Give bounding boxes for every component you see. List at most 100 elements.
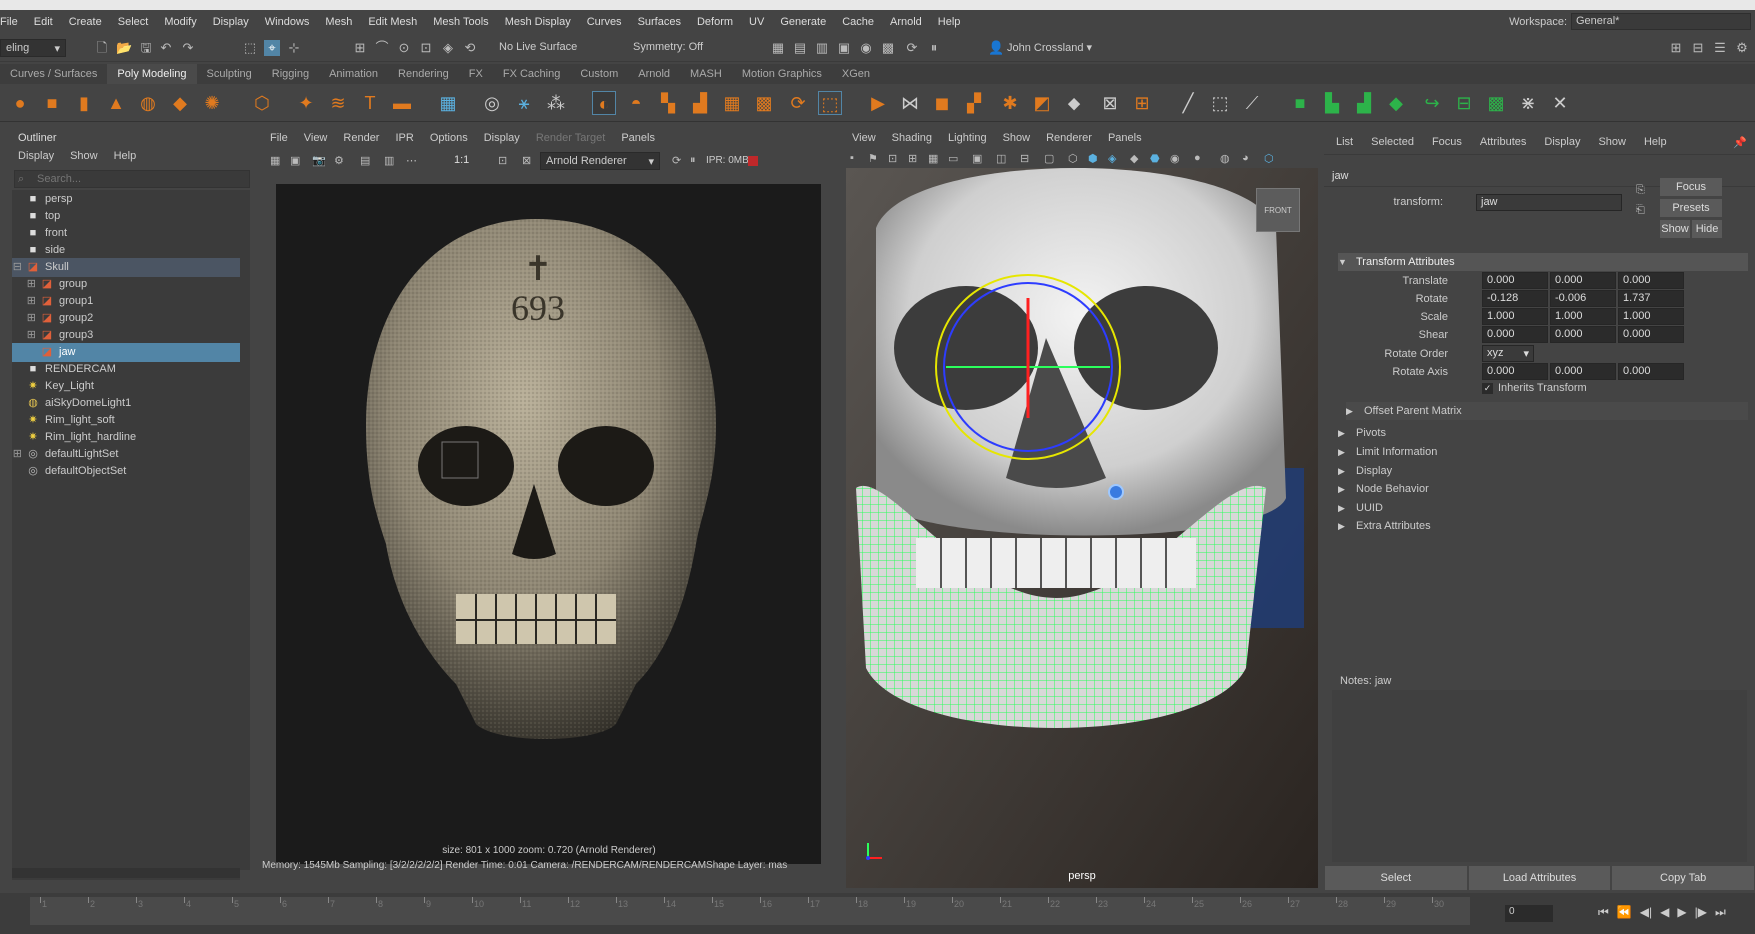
menu-edit[interactable]: Edit xyxy=(26,16,61,28)
frame-all-icon[interactable]: ⊡ xyxy=(498,154,507,167)
outliner-menu-help[interactable]: Help xyxy=(114,150,137,162)
outliner-item[interactable]: ◎ defaultObjectSet xyxy=(12,462,240,481)
poke-icon[interactable]: ▞ xyxy=(962,91,986,115)
wedge-icon[interactable]: ✱ xyxy=(998,91,1022,115)
wireframe-on-shaded-icon[interactable]: ◈ xyxy=(1108,152,1116,165)
lasso-tool-icon[interactable]: ⌖ xyxy=(264,40,280,56)
scale-x-field[interactable]: 1.000 xyxy=(1482,308,1548,325)
current-frame-field[interactable]: 0 xyxy=(1505,905,1553,922)
menu-windows[interactable]: Windows xyxy=(257,16,318,28)
uv-sew-icon[interactable]: ⊟ xyxy=(1452,91,1476,115)
menu-curves[interactable]: Curves xyxy=(579,16,630,28)
ipr-icon[interactable]: ⚙ xyxy=(334,154,344,167)
sidebar-toggle-icon[interactable]: ⊞ xyxy=(1668,40,1684,56)
snap-view-icon[interactable]: ⊡ xyxy=(418,40,434,56)
menu-deform[interactable]: Deform xyxy=(689,16,741,28)
shadows-icon[interactable]: ◉ xyxy=(1170,152,1180,165)
grid-icon[interactable]: ▦ xyxy=(928,152,938,165)
live-surface-field[interactable]: No Live Surface xyxy=(494,39,590,57)
poly-plane-icon[interactable]: ◆ xyxy=(168,91,192,115)
viewport-menu-panels[interactable]: Panels xyxy=(1108,132,1142,144)
shelf-tab-mash[interactable]: MASH xyxy=(680,64,732,84)
collapse-icon[interactable]: ⬥ xyxy=(1062,91,1086,115)
outliner-hscrollbar[interactable] xyxy=(12,868,240,878)
ratio-label[interactable]: 1:1 xyxy=(454,154,469,166)
menu-uv[interactable]: UV xyxy=(741,16,772,28)
undo-icon[interactable]: ↶ xyxy=(158,40,174,56)
sweep-mesh-icon[interactable]: ≋ xyxy=(326,91,350,115)
section-extra-attributes[interactable]: ▶ Extra Attributes xyxy=(1338,517,1748,535)
shear-z-field[interactable]: 0.000 xyxy=(1618,326,1684,343)
smooth-icon[interactable]: ⁂ xyxy=(544,91,568,115)
section-offset-parent-matrix[interactable]: ▶ Offset Parent Matrix xyxy=(1346,402,1748,420)
render-menu-panels[interactable]: Panels xyxy=(621,132,655,144)
rotate-y-field[interactable]: -0.006 xyxy=(1550,290,1616,307)
sculpt-smooth-icon[interactable]: ⟋ xyxy=(1240,91,1264,115)
paint-select-icon[interactable]: ⊹ xyxy=(286,40,302,56)
user-account-dropdown[interactable]: John Crossland ▾ xyxy=(1002,39,1102,57)
render-sequence-icon[interactable]: ▤ xyxy=(792,40,808,56)
play-forward-icon[interactable]: ▶ xyxy=(1677,905,1686,920)
bridge-icon[interactable]: ◓ xyxy=(624,91,648,115)
outliner-menu-show[interactable]: Show xyxy=(70,150,98,162)
shelf-tab-animation[interactable]: Animation xyxy=(319,64,388,84)
platonic-solid-icon[interactable]: ⬡ xyxy=(250,91,274,115)
symmetry-dropdown[interactable]: Symmetry: Off xyxy=(628,39,724,57)
arnold-render-icon[interactable]: ⟳ xyxy=(904,40,920,56)
sculpt-brush-icon[interactable]: ╱ xyxy=(1176,91,1200,115)
uv-cut-icon[interactable]: ↪ xyxy=(1420,91,1444,115)
camera-attributes-icon[interactable]: ⚑ xyxy=(868,152,878,165)
shelf-tab-rendering[interactable]: Rendering xyxy=(388,64,459,84)
pin-icon[interactable]: 📌 xyxy=(1733,136,1747,149)
uv-straighten-icon[interactable]: ✕ xyxy=(1548,91,1572,115)
scale-y-field[interactable]: 1.000 xyxy=(1550,308,1616,325)
ae-menu-show[interactable]: Show xyxy=(1598,136,1626,148)
render-menu-display[interactable]: Display xyxy=(484,132,520,144)
menu-display[interactable]: Display xyxy=(205,16,257,28)
outliner-scrollbar[interactable] xyxy=(240,190,250,870)
view-cube[interactable]: FRONT xyxy=(1256,188,1300,232)
shear-x-field[interactable]: 0.000 xyxy=(1482,326,1548,343)
go-to-end-icon[interactable]: ⏭ xyxy=(1715,905,1726,920)
snapshot-icon[interactable]: 📷 xyxy=(312,154,326,167)
shelf-tab-xgen[interactable]: XGen xyxy=(832,64,880,84)
transform-name-field[interactable]: jaw xyxy=(1476,194,1622,211)
poly-sphere-icon[interactable]: ● xyxy=(8,91,32,115)
gate-mask-icon[interactable]: ◫ xyxy=(996,152,1006,165)
shelf-tab-fx-caching[interactable]: FX Caching xyxy=(493,64,570,84)
circularize-icon[interactable]: ◩ xyxy=(1030,91,1054,115)
load-attributes-button[interactable]: Load Attributes xyxy=(1468,866,1611,890)
rotate-z-field[interactable]: 1.737 xyxy=(1618,290,1684,307)
menu-cache[interactable]: Cache xyxy=(834,16,882,28)
make-live-icon[interactable]: ⟲ xyxy=(462,40,478,56)
inherits-transform-checkbox[interactable]: ✓ xyxy=(1482,383,1493,394)
uv-spherical-icon[interactable]: ▟ xyxy=(1352,91,1376,115)
uv-unfold-icon[interactable]: ▩ xyxy=(1484,91,1508,115)
step-back-icon[interactable]: ◀| xyxy=(1640,905,1652,920)
notes-textarea[interactable] xyxy=(1332,690,1747,862)
fill-hole-icon[interactable]: ▦ xyxy=(720,91,744,115)
sculpt-grab-icon[interactable]: ⬚ xyxy=(1208,91,1232,115)
merge-icon[interactable]: ⟳ xyxy=(786,91,810,115)
svg-tool-icon[interactable]: ▬ xyxy=(390,91,414,115)
shelf-tab-sculpting[interactable]: Sculpting xyxy=(197,64,262,84)
viewport-menu-view[interactable]: View xyxy=(852,132,876,144)
viewport-menu-renderer[interactable]: Renderer xyxy=(1046,132,1092,144)
uv-layout-icon[interactable]: ⋇ xyxy=(1516,91,1540,115)
detach-icon[interactable]: ⊞ xyxy=(1130,91,1154,115)
menu-mesh-tools[interactable]: Mesh Tools xyxy=(425,16,496,28)
viewport-canvas[interactable]: FRONT persp xyxy=(846,168,1318,888)
image-plane-icon[interactable]: ⊞ xyxy=(908,152,917,165)
rgb-channel-icon[interactable]: ⋯ xyxy=(406,154,417,167)
attribute-editor-icon[interactable]: ☰ xyxy=(1712,40,1728,56)
pause-icon[interactable]: ⏸ xyxy=(926,40,942,56)
snap-grid-icon[interactable]: ⊞ xyxy=(352,40,368,56)
go-to-start-icon[interactable]: ⏮ xyxy=(1598,905,1609,920)
offset-edge-loop-icon[interactable]: ◼ xyxy=(930,91,954,115)
rotate-axis-y-field[interactable]: 0.000 xyxy=(1550,363,1616,380)
poly-cone-icon[interactable]: ▲ xyxy=(104,91,128,115)
outliner-menu-display[interactable]: Display xyxy=(18,150,54,162)
outliner-search-input[interactable] xyxy=(14,170,250,188)
bookmark-icon[interactable]: ⊡ xyxy=(888,152,897,165)
ae-menu-help[interactable]: Help xyxy=(1644,136,1667,148)
